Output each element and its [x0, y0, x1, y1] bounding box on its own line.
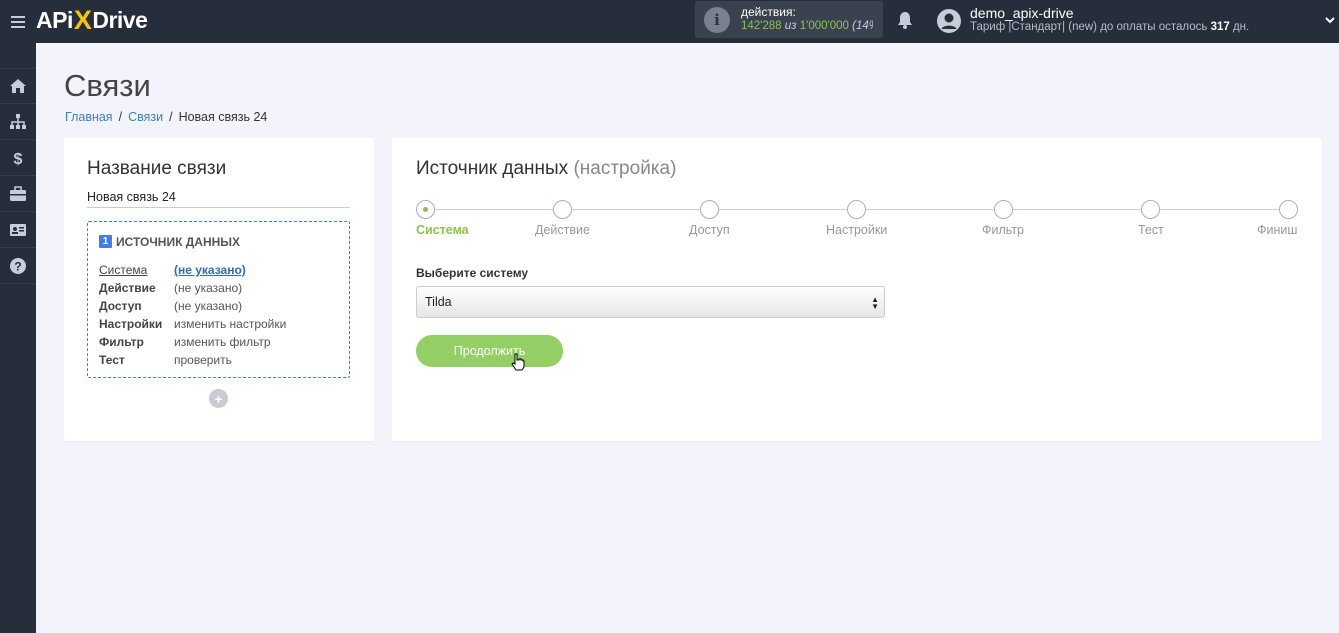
step-dot	[847, 200, 866, 219]
source-row-action: Действие (не указано)	[99, 281, 243, 295]
user-name[interactable]: demo_apix-drive	[970, 5, 1074, 21]
svg-text:?: ?	[14, 259, 21, 273]
select-arrows-icon: ▲ ▼	[871, 295, 879, 311]
breadcrumb-links-link[interactable]: Связи	[128, 110, 163, 124]
add-block-button[interactable]: +	[209, 389, 228, 408]
connection-name-field[interactable]: Новая связь 24	[87, 190, 350, 208]
hamburger-icon	[11, 15, 25, 28]
source-row-system: Система (не указано)	[99, 263, 246, 277]
breadcrumb-current: Новая связь 24	[178, 110, 268, 124]
sidebar: $ ?	[0, 43, 36, 633]
user-avatar-icon[interactable]	[936, 8, 962, 34]
briefcase-icon	[10, 185, 26, 201]
hand-pointer-icon	[511, 353, 525, 371]
source-row-settings: Настройки изменить настройки	[99, 317, 287, 331]
sidebar-item-services[interactable]	[0, 176, 36, 212]
connection-name-card: Название связи Новая связь 24 1 ИСТОЧНИК…	[64, 138, 374, 441]
help-icon: ?	[10, 257, 26, 274]
sidebar-item-billing[interactable]: $	[0, 140, 36, 176]
chevron-down-icon[interactable]	[1324, 14, 1336, 26]
step-dot	[994, 200, 1013, 219]
sidebar-item-connections[interactable]	[0, 104, 36, 140]
source-row-access: Доступ (не указано)	[99, 299, 243, 313]
step-dot	[416, 200, 435, 219]
sidebar-item-profile[interactable]	[0, 212, 36, 248]
select-system-label: Выберите систему	[416, 266, 529, 280]
data-source-settings-card: Источник данных (настройка) Система Дейс…	[392, 138, 1322, 441]
sidebar-item-help[interactable]: ?	[0, 248, 36, 284]
sitemap-icon	[10, 113, 26, 129]
breadcrumb-home-link[interactable]: Главная	[65, 110, 113, 124]
source-row-filter: Фильтр изменить фильтр	[99, 335, 271, 349]
settings-heading: Источник данных (настройка)	[416, 158, 677, 179]
source-number-badge: 1	[99, 235, 112, 248]
step-dot	[1279, 200, 1298, 219]
actions-values: 142'288 из 1'000'000 (14%	[741, 20, 873, 32]
menu-toggle-button[interactable]	[0, 0, 36, 43]
source-block-title: ИСТОЧНИК ДАННЫХ	[116, 235, 241, 249]
actions-label: действия:	[741, 5, 796, 19]
sidebar-item-home[interactable]	[0, 68, 36, 104]
connection-name-heading: Название связи	[87, 158, 227, 179]
actions-counter[interactable]: i действия: 142'288 из 1'000'000 (14%	[695, 1, 883, 38]
data-source-block[interactable]: 1 ИСТОЧНИК ДАННЫХ Система (не указано) Де…	[87, 221, 350, 378]
step-dot	[700, 200, 719, 219]
step-dot	[1141, 200, 1160, 219]
breadcrumb: Главная / Связи / Новая связь 24	[65, 110, 268, 124]
system-value-link[interactable]: (не указано)	[174, 263, 246, 277]
id-card-icon	[10, 223, 26, 236]
bell-icon[interactable]	[895, 10, 915, 30]
tariff-info: Тариф |Стандарт| (new) до оплаты осталос…	[970, 21, 1250, 33]
info-icon: i	[704, 7, 730, 33]
page-title: Связи	[64, 68, 151, 103]
svg-text:$: $	[14, 151, 23, 167]
source-row-test: Тест проверить	[99, 353, 232, 367]
continue-button[interactable]: Продолжить	[416, 335, 563, 367]
apix-drive-logo[interactable]: APi X Drive	[36, 5, 148, 35]
system-select[interactable]: Tilda ▲ ▼	[416, 286, 885, 318]
top-bar: APi X Drive i действия: 142'288 из 1'000'0…	[0, 0, 1339, 43]
dollar-icon: $	[14, 151, 23, 167]
step-dot	[553, 200, 572, 219]
home-icon	[10, 79, 26, 93]
